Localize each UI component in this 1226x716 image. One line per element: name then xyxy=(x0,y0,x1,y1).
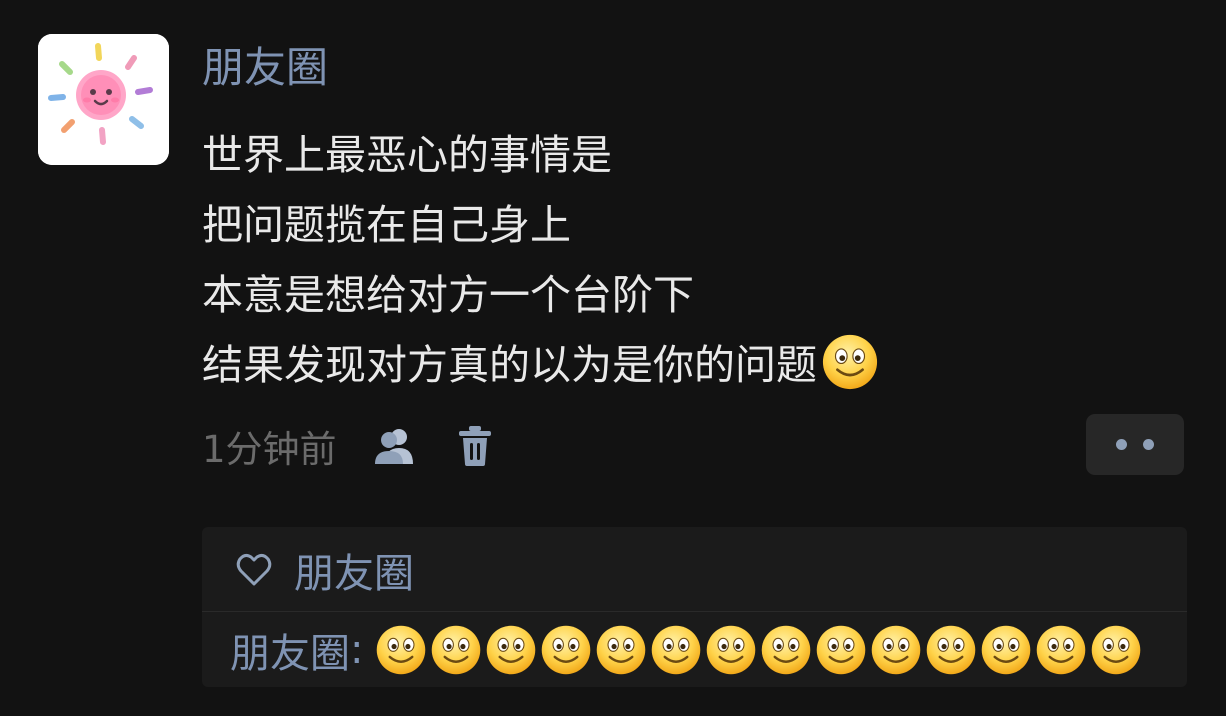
smiling-face-icon xyxy=(1090,624,1142,676)
sun-avatar-icon xyxy=(38,34,169,165)
post-meta: 1分钟前 xyxy=(202,418,495,474)
panel-divider xyxy=(202,611,1187,612)
more-dots-icon xyxy=(1143,439,1154,450)
comment-row[interactable]: 朋友圈 : xyxy=(230,621,1142,679)
post-text: 世界上最恶心的事情是 把问题揽在自己身上 本意是想给对方一个台阶下 结果发现对方… xyxy=(202,120,879,400)
smiling-face-icon xyxy=(705,624,757,676)
smiling-face-icon xyxy=(1035,624,1087,676)
post-line: 本意是想给对方一个台阶下 xyxy=(202,271,694,319)
smiling-face-icon xyxy=(595,624,647,676)
heart-icon xyxy=(234,550,274,590)
smiling-face-icon xyxy=(375,624,427,676)
post-line-text: 结果发现对方真的以为是你的问题 xyxy=(202,341,817,389)
likes-row: 朋友圈 xyxy=(234,543,414,597)
comment-emojis xyxy=(375,624,1142,676)
smiling-face-icon xyxy=(821,333,879,391)
avatar[interactable] xyxy=(38,34,169,165)
post-line: 世界上最恶心的事情是 xyxy=(202,131,612,179)
like-user-name[interactable]: 朋友圈 xyxy=(294,541,414,599)
post-username[interactable]: 朋友圈 xyxy=(202,38,328,98)
more-dots-icon xyxy=(1116,439,1127,450)
post-line-last: 结果发现对方真的以为是你的问题 xyxy=(202,330,879,400)
comment-colon: : xyxy=(350,627,364,673)
smiling-face-icon xyxy=(925,624,977,676)
smiling-face-icon xyxy=(760,624,812,676)
post-line: 把问题揽在自己身上 xyxy=(202,201,571,249)
comment-author[interactable]: 朋友圈 xyxy=(230,621,350,679)
trash-icon[interactable] xyxy=(455,424,495,468)
smiling-face-icon xyxy=(980,624,1032,676)
smiling-face-icon xyxy=(430,624,482,676)
people-icon[interactable] xyxy=(373,424,417,468)
smiling-face-icon xyxy=(485,624,537,676)
timestamp: 1分钟前 xyxy=(202,428,337,471)
comment-panel: 朋友圈 朋友圈 : xyxy=(202,527,1187,687)
more-button[interactable] xyxy=(1086,414,1184,475)
smiling-face-icon xyxy=(650,624,702,676)
smiling-face-icon xyxy=(540,624,592,676)
smiling-face-icon xyxy=(870,624,922,676)
smiling-face-icon xyxy=(815,624,867,676)
